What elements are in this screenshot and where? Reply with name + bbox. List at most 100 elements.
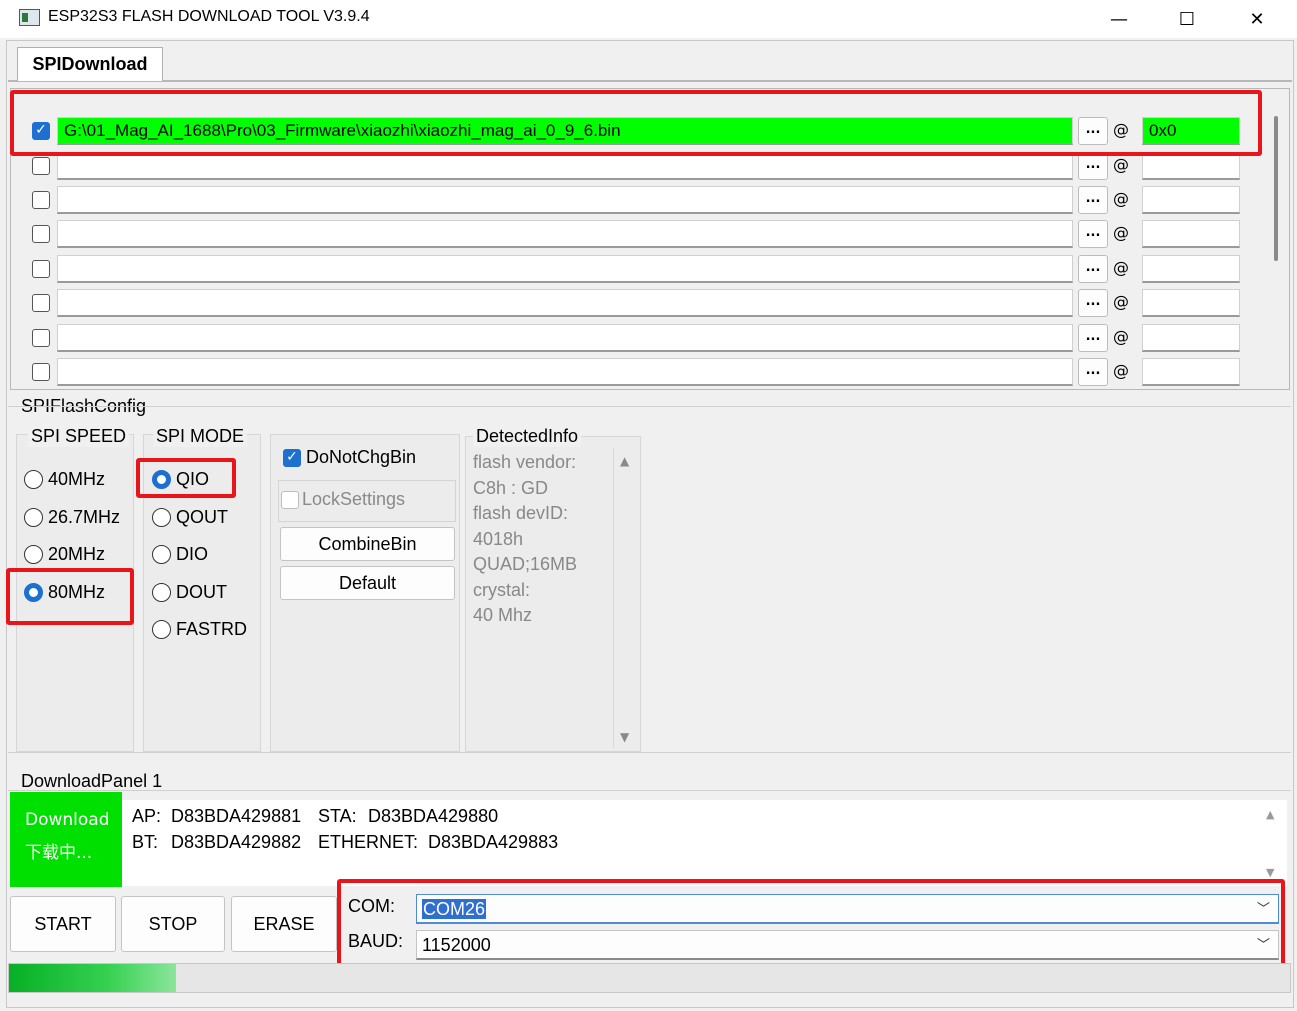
default-button[interactable]: Default bbox=[280, 566, 455, 600]
highlight-file-row bbox=[10, 90, 1262, 156]
ethernet-label: ETHERNET: bbox=[318, 832, 419, 852]
donotchgbin-label: DoNotChgBin bbox=[306, 447, 417, 467]
start-button[interactable]: START bbox=[10, 896, 116, 952]
scroll-up-icon[interactable]: ▲ bbox=[620, 454, 629, 468]
download-panel-title: DownloadPanel 1 bbox=[21, 771, 163, 791]
spi-mode-option-label: DIO bbox=[176, 544, 209, 564]
file-list-scrollbar[interactable] bbox=[1274, 116, 1278, 261]
ap-label: AP: bbox=[132, 806, 162, 826]
at-symbol: @ bbox=[1113, 361, 1129, 380]
detected-info-line: QUAD;16MB bbox=[473, 554, 578, 574]
minimize-button[interactable]: — bbox=[1084, 0, 1154, 38]
spi-mode-title: SPI MODE bbox=[153, 426, 248, 447]
ethernet-value: D83BDA429883 bbox=[428, 832, 559, 852]
at-symbol: @ bbox=[1113, 223, 1129, 242]
panel-divider bbox=[8, 752, 1291, 753]
bt-value: D83BDA429882 bbox=[171, 832, 302, 852]
at-symbol: @ bbox=[1113, 155, 1129, 174]
spi-speed-radio[interactable] bbox=[24, 545, 43, 564]
at-symbol: @ bbox=[1113, 189, 1129, 208]
browse-button[interactable]: ... bbox=[1078, 324, 1108, 352]
file-path-input[interactable] bbox=[57, 152, 1073, 180]
ap-value: D83BDA429881 bbox=[171, 806, 302, 826]
spi-speed-radio[interactable] bbox=[24, 508, 43, 527]
combinebin-button[interactable]: CombineBin bbox=[280, 527, 455, 561]
flash-address-input[interactable] bbox=[1142, 186, 1240, 214]
highlight-qio bbox=[136, 458, 236, 498]
flash-address-input[interactable] bbox=[1142, 324, 1240, 352]
progress-bar bbox=[8, 963, 1291, 993]
file-checkbox[interactable] bbox=[32, 191, 50, 209]
erase-button[interactable]: ERASE bbox=[231, 896, 337, 952]
flash-address-input[interactable] bbox=[1142, 220, 1240, 248]
download-status-cn: 下载中... bbox=[25, 843, 93, 863]
download-status-text: Download bbox=[25, 810, 110, 830]
detected-info-line: flash devID: bbox=[473, 503, 569, 523]
sta-label: STA: bbox=[318, 806, 357, 826]
file-checkbox[interactable] bbox=[32, 225, 50, 243]
highlight-com-baud bbox=[337, 879, 1285, 971]
spi-mode-radio[interactable] bbox=[152, 545, 171, 564]
at-symbol: @ bbox=[1113, 327, 1129, 346]
spi-mode-option-label: QOUT bbox=[176, 507, 228, 527]
download-panel-divider bbox=[8, 790, 1291, 791]
flash-address-input[interactable] bbox=[1142, 358, 1240, 386]
stop-button[interactable]: STOP bbox=[121, 896, 225, 952]
progress-fill bbox=[9, 964, 176, 992]
sta-value: D83BDA429880 bbox=[368, 806, 499, 826]
at-symbol: @ bbox=[1113, 258, 1129, 277]
detected-info-line: 40 Mhz bbox=[473, 605, 533, 625]
spi-speed-title: SPI SPEED bbox=[28, 426, 130, 447]
detected-info-line: 4018h bbox=[473, 528, 524, 549]
spi-mode-radio[interactable] bbox=[152, 620, 171, 639]
browse-button[interactable]: ... bbox=[1078, 186, 1108, 214]
file-path-input[interactable] bbox=[57, 358, 1073, 386]
locksettings-checkbox[interactable] bbox=[281, 491, 299, 509]
app-icon bbox=[19, 9, 40, 26]
mac-scroll-up-icon[interactable]: ▲ bbox=[1266, 808, 1274, 821]
tab-divider bbox=[8, 80, 1292, 82]
file-path-input[interactable] bbox=[57, 220, 1073, 248]
maximize-button[interactable]: ☐ bbox=[1152, 0, 1222, 38]
browse-button[interactable]: ... bbox=[1078, 289, 1108, 317]
mac-scroll-down-icon[interactable]: ▼ bbox=[1266, 866, 1274, 879]
file-path-input[interactable] bbox=[57, 186, 1073, 214]
donotchgbin-checkbox[interactable]: ✓ bbox=[283, 449, 301, 467]
scroll-down-icon[interactable]: ▼ bbox=[620, 730, 629, 744]
file-path-input[interactable] bbox=[57, 255, 1073, 283]
file-path-input[interactable] bbox=[57, 289, 1073, 317]
browse-button[interactable]: ... bbox=[1078, 255, 1108, 283]
spi-mode-radio[interactable] bbox=[152, 583, 171, 602]
highlight-80mhz bbox=[6, 568, 134, 625]
file-checkbox[interactable] bbox=[32, 157, 50, 175]
close-button[interactable]: ✕ bbox=[1222, 0, 1292, 38]
spi-speed-option-label: 26.7MHz bbox=[48, 507, 121, 527]
window-title: ESP32S3 FLASH DOWNLOAD TOOL V3.9.4 bbox=[48, 8, 370, 25]
browse-button[interactable]: ... bbox=[1078, 358, 1108, 386]
bt-label: BT: bbox=[132, 832, 159, 852]
detected-info-line: crystal: bbox=[473, 579, 531, 600]
locksettings-label: LockSettings bbox=[302, 489, 406, 509]
download-status-box: Download 下载中... bbox=[10, 792, 122, 887]
at-symbol: @ bbox=[1113, 292, 1129, 311]
detected-info-line: flash vendor: bbox=[473, 452, 577, 472]
flash-address-input[interactable] bbox=[1142, 289, 1240, 317]
detected-info-title: DetectedInfo bbox=[473, 426, 582, 447]
detected-info-line: C8h : GD bbox=[473, 477, 549, 498]
flash-address-input[interactable] bbox=[1142, 152, 1240, 180]
browse-button[interactable]: ... bbox=[1078, 152, 1108, 180]
detected-info-scrollbar[interactable]: ▲ ▼ bbox=[613, 448, 635, 748]
spi-speed-radio[interactable] bbox=[24, 470, 43, 489]
spi-mode-radio[interactable] bbox=[152, 508, 171, 527]
flash-address-input[interactable] bbox=[1142, 255, 1240, 283]
spi-mode-option-label: FASTRD bbox=[176, 619, 248, 639]
file-checkbox[interactable] bbox=[32, 329, 50, 347]
file-path-input[interactable] bbox=[57, 324, 1073, 352]
file-checkbox[interactable] bbox=[32, 294, 50, 312]
browse-button[interactable]: ... bbox=[1078, 220, 1108, 248]
config-divider bbox=[8, 406, 1291, 407]
file-checkbox[interactable] bbox=[32, 260, 50, 278]
tab-spidownload[interactable]: SPIDownload bbox=[17, 47, 163, 81]
file-checkbox[interactable] bbox=[32, 363, 50, 381]
spi-speed-option-label: 20MHz bbox=[48, 544, 106, 564]
